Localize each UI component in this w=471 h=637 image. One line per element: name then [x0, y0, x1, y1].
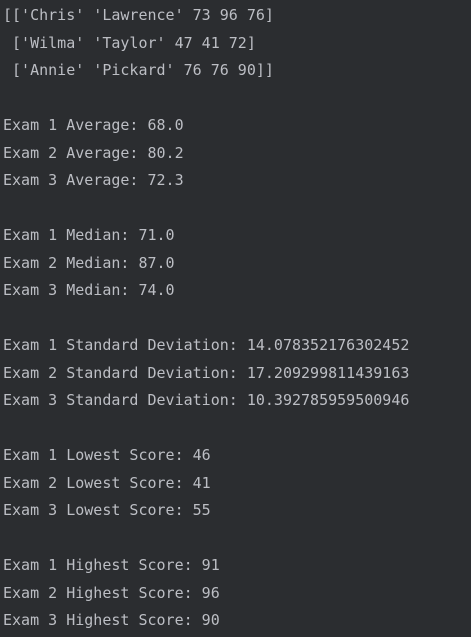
lowest-score-line: Exam 1 Lowest Score: 46 — [3, 446, 211, 464]
highest-score-line: Exam 3 Highest Score: 90 — [3, 611, 220, 629]
median-line: Exam 2 Median: 87.0 — [3, 253, 175, 272]
average-line: Exam 2 Average: 80.2 — [3, 143, 184, 162]
std-dev-line: Exam 3 Standard Deviation: 10.3927859595… — [3, 391, 410, 409]
array-row: [['Chris' 'Lawrence' 73 96 76] — [3, 6, 274, 24]
array-row: ['Wilma' 'Taylor' 47 41 72] — [3, 33, 256, 52]
array-row: ['Annie' 'Pickard' 76 76 90]] — [3, 61, 274, 79]
console-output[interactable]: [['Chris' 'Lawrence' 73 96 76] ['Wilma' … — [0, 0, 471, 633]
average-line: Exam 3 Average: 72.3 — [3, 171, 184, 189]
lowest-score-line: Exam 3 Lowest Score: 55 — [3, 501, 211, 519]
highest-score-line: Exam 2 Highest Score: 96 — [3, 583, 220, 602]
std-dev-line: Exam 2 Standard Deviation: 17.2092998114… — [3, 363, 410, 382]
highest-score-line: Exam 1 Highest Score: 91 — [3, 556, 220, 574]
median-line: Exam 1 Median: 71.0 — [3, 226, 175, 244]
median-line: Exam 3 Median: 74.0 — [3, 281, 175, 299]
lowest-score-line: Exam 2 Lowest Score: 41 — [3, 473, 211, 492]
std-dev-line: Exam 1 Standard Deviation: 14.0783521763… — [3, 336, 410, 354]
average-line: Exam 1 Average: 68.0 — [3, 116, 184, 134]
